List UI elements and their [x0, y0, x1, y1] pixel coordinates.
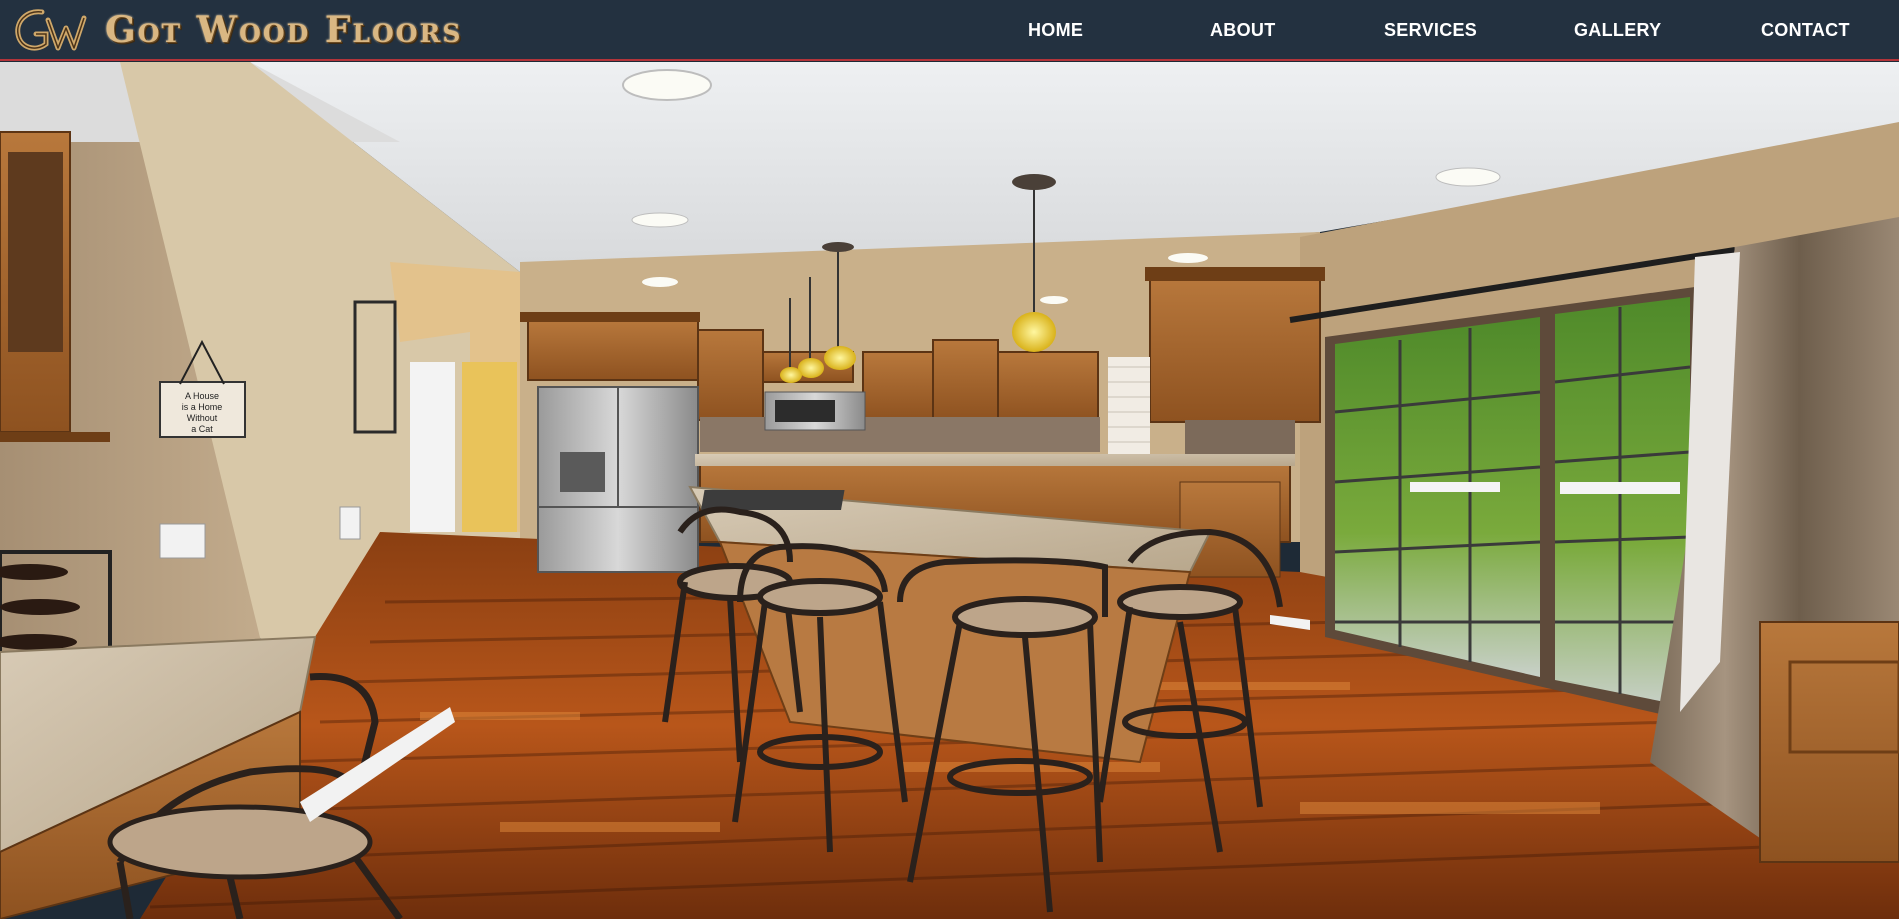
- nav-services-link[interactable]: SERVICES: [1384, 0, 1477, 61]
- site-header: Got Wood Floors HOME ABOUT SERVICES GALL…: [0, 0, 1899, 61]
- recessed-light-icon: [622, 69, 712, 101]
- refrigerator-icon: [537, 386, 699, 573]
- svg-text:Without: Without: [187, 413, 218, 423]
- brand-name[interactable]: Got Wood Floors: [105, 4, 462, 56]
- svg-text:a Cat: a Cat: [191, 424, 213, 434]
- nav-home-link[interactable]: HOME: [1028, 0, 1083, 61]
- nav-about-link[interactable]: ABOUT: [1210, 0, 1276, 61]
- hero-kitchen-image: A House is a Home Without a Cat: [0, 62, 1899, 919]
- svg-text:is a Home: is a Home: [182, 402, 223, 412]
- nav-gallery-link[interactable]: GALLERY: [1574, 0, 1661, 61]
- nav-contact-link[interactable]: CONTACT: [1761, 0, 1850, 61]
- logo-monogram[interactable]: [12, 4, 90, 56]
- svg-text:A House: A House: [185, 391, 219, 401]
- kitchen-scene: A House is a Home Without a Cat: [0, 62, 1899, 919]
- gw-logo-icon: [15, 9, 87, 51]
